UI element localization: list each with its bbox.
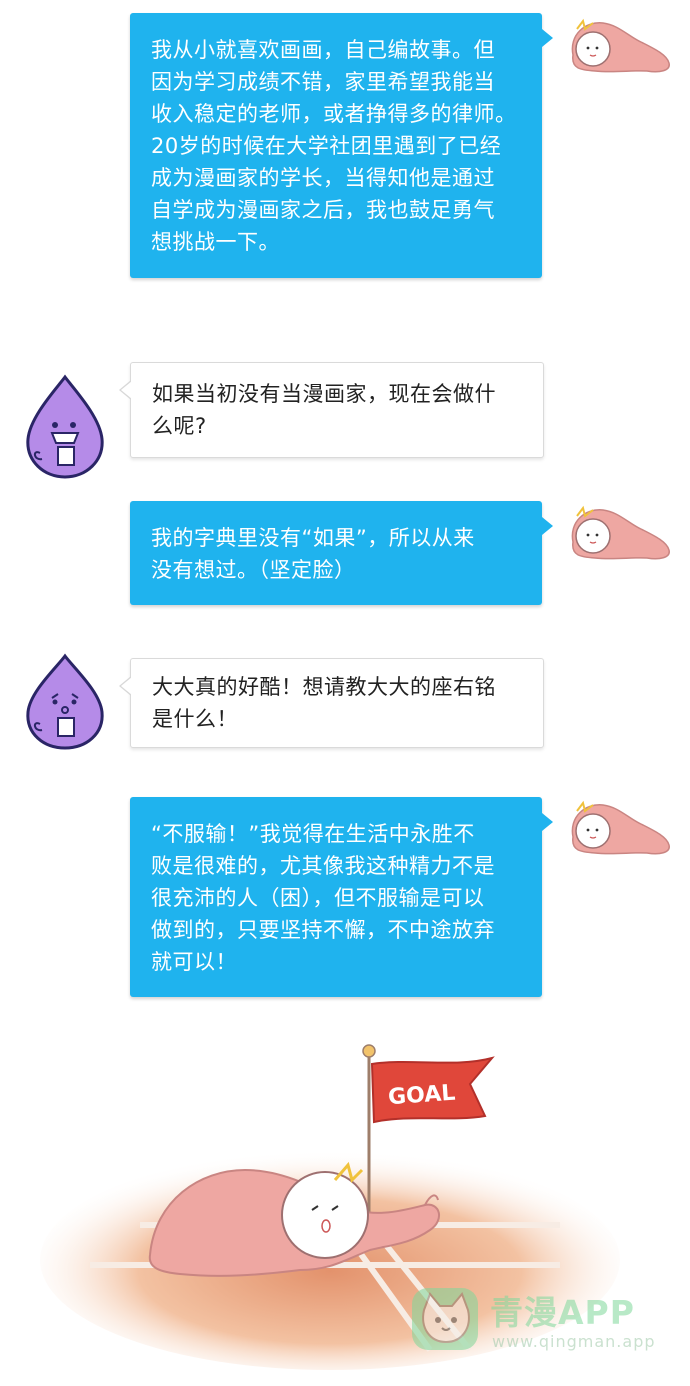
author-message-bubble: “不服输！”我觉得在生活中永胜不 败是很难的，尤其像我这种精力不是 很充沛的人（… — [130, 797, 553, 997]
interviewer-avatar-icon — [26, 374, 104, 479]
message-text: 如果当初没有当漫画家，现在会做什 么呢? — [152, 382, 496, 438]
flag-pole-top — [362, 1044, 376, 1058]
watermark-url: www.qingman.app — [492, 1332, 656, 1351]
author-avatar-icon — [571, 18, 670, 73]
author-message-bubble: 我从小就喜欢画画，自己编故事。但 因为学习成绩不错，家里希望我能当 收入稳定的老… — [130, 13, 553, 278]
message-text: 大大真的好酷！想请教大大的座右铭 是什么！ — [152, 675, 496, 731]
goal-flag-text: GOAL — [387, 1081, 456, 1111]
watermark-brand: 青漫APP — [490, 1293, 635, 1332]
interviewer-message-bubble: 大大真的好酷！想请教大大的座右铭 是什么！ — [119, 658, 544, 748]
message-text: 我从小就喜欢画画，自己编故事。但 因为学习成绩不错，家里希望我能当 收入稳定的老… — [151, 38, 517, 254]
interviewer-avatar-icon — [26, 653, 104, 750]
watermark: 青漫APP www.qingman.app — [410, 1280, 670, 1380]
cat-logo-icon — [412, 1288, 478, 1350]
interviewer-message-bubble: 如果当初没有当漫画家，现在会做什 么呢? — [119, 362, 544, 458]
author-message-bubble: 我的字典里没有“如果”，所以从来 没有想过。（坚定脸） — [130, 501, 553, 605]
message-text: 我的字典里没有“如果”，所以从来 没有想过。（坚定脸） — [151, 526, 475, 582]
author-avatar-icon — [571, 800, 670, 855]
message-text: “不服输！”我觉得在生活中永胜不 败是很难的，尤其像我这种精力不是 很充沛的人（… — [151, 822, 495, 974]
author-avatar-icon — [571, 505, 670, 560]
